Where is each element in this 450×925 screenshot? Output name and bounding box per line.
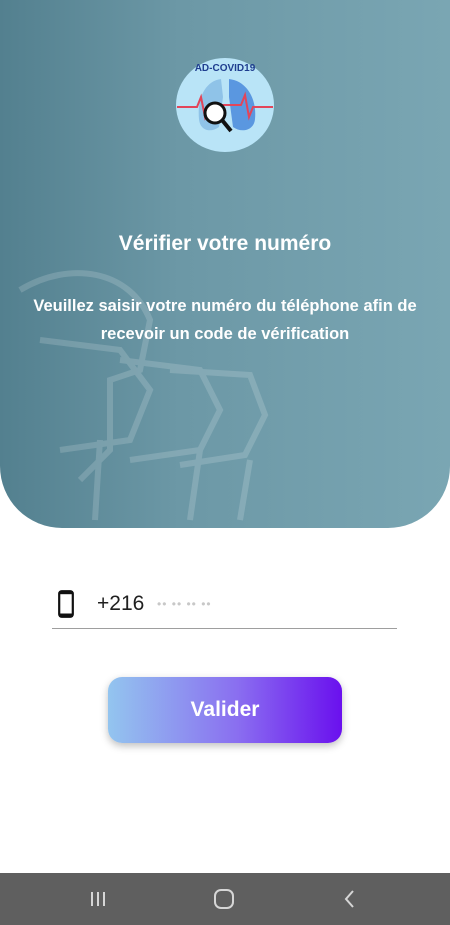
phone-field[interactable]: +216	[52, 580, 397, 629]
system-navigation-bar	[0, 873, 450, 925]
validate-button[interactable]: Valider	[108, 677, 342, 743]
country-code: +216	[97, 592, 145, 615]
phone-number-input[interactable]	[157, 588, 387, 620]
logo-text: AD-COVID19	[195, 63, 256, 74]
header-panel: AD-COVID19 Vérifier votre numéro Veuille…	[0, 0, 450, 528]
app-logo: AD-COVID19	[176, 58, 274, 152]
home-button[interactable]	[194, 873, 254, 925]
recent-apps-icon	[91, 892, 105, 906]
home-icon	[214, 889, 234, 909]
page-title: Vérifier votre numéro	[118, 232, 332, 255]
smartphone-icon	[58, 590, 74, 618]
page-subtitle: Veuillez saisir votre numéro du téléphon…	[33, 297, 417, 343]
recent-apps-button[interactable]	[68, 873, 128, 925]
back-icon	[344, 890, 354, 908]
back-button[interactable]	[320, 873, 380, 925]
